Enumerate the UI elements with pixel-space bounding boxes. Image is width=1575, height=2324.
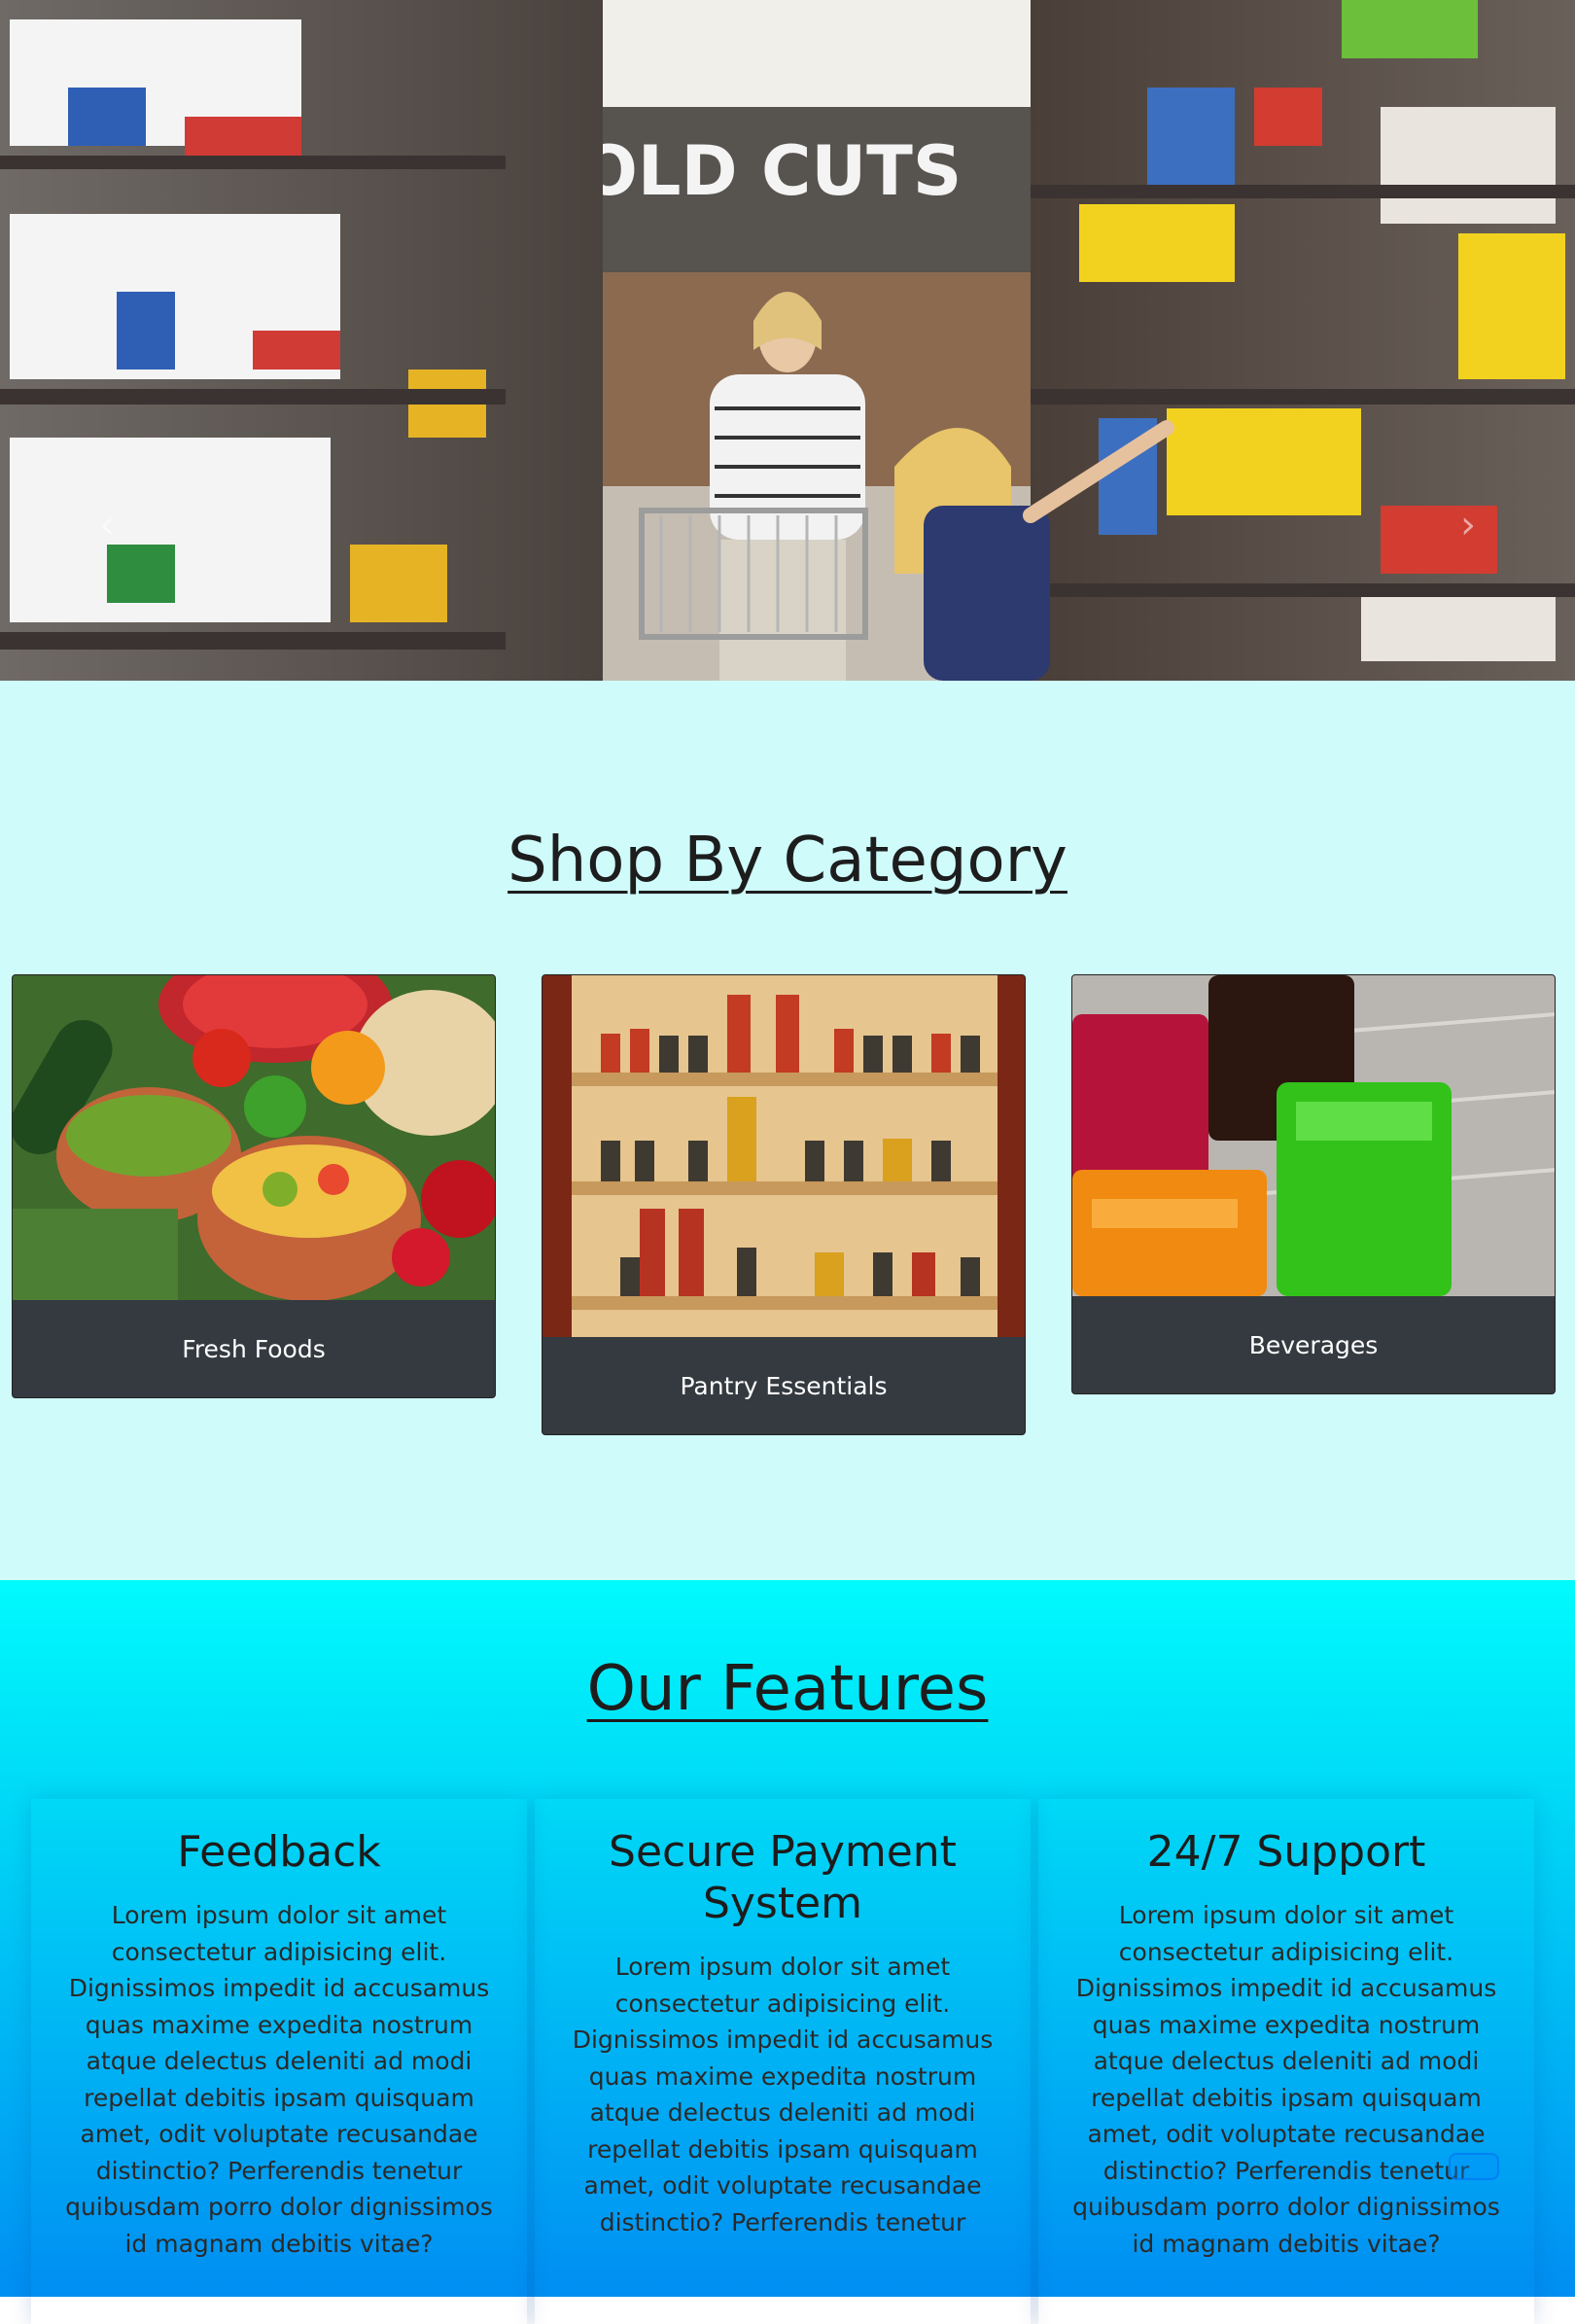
feature-title: Feedback bbox=[177, 1827, 381, 1877]
chat-widget-button[interactable] bbox=[1449, 2153, 1499, 2180]
feature-title: 24/7 Support bbox=[1146, 1827, 1426, 1877]
chevron-left-icon[interactable]: ‹ bbox=[88, 506, 126, 545]
beverages-image bbox=[1072, 975, 1555, 1296]
category-card-beverages[interactable]: Beverages bbox=[1071, 974, 1556, 1394]
category-card-pantry-essentials[interactable]: Pantry Essentials bbox=[542, 974, 1026, 1435]
pantry-essentials-image bbox=[542, 975, 1025, 1337]
features-heading: Our Features bbox=[586, 1653, 989, 1725]
category-card-fresh-foods[interactable]: Fresh Foods bbox=[12, 974, 496, 1398]
fresh-foods-image bbox=[13, 975, 495, 1300]
feature-title: Secure Payment System bbox=[609, 1827, 957, 1928]
our-features-section: Our Features Feedback Lorem ipsum dolor … bbox=[0, 1580, 1575, 2297]
shop-by-category-section: Shop By Category Fresh Foods Pantry Esse… bbox=[0, 681, 1575, 1580]
feature-card-secure-payment: Secure Payment System Lorem ipsum dolor … bbox=[535, 1799, 1031, 2324]
chevron-right-icon[interactable]: › bbox=[1449, 506, 1488, 545]
feature-body: Lorem ipsum dolor sit amet consectetur a… bbox=[65, 1901, 493, 2258]
category-heading: Shop By Category bbox=[508, 825, 1068, 897]
category-label: Beverages bbox=[1248, 1331, 1379, 1359]
hero-carousel: COLD CUTS ‹ › bbox=[0, 0, 1575, 681]
feature-card-feedback: Feedback Lorem ipsum dolor sit amet cons… bbox=[31, 1799, 527, 2324]
feature-body: Lorem ipsum dolor sit amet consectetur a… bbox=[1072, 1901, 1500, 2258]
hero-image: COLD CUTS bbox=[0, 0, 1575, 681]
category-label: Pantry Essentials bbox=[680, 1372, 888, 1400]
category-label: Fresh Foods bbox=[182, 1335, 326, 1363]
feature-body: Lorem ipsum dolor sit amet consectetur a… bbox=[572, 1953, 994, 2236]
feature-card-support: 24/7 Support Lorem ipsum dolor sit amet … bbox=[1038, 1799, 1534, 2324]
